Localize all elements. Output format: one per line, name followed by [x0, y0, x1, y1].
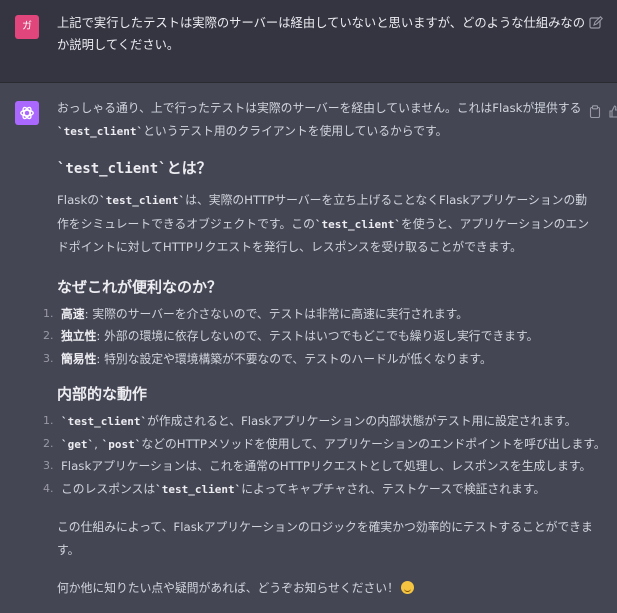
list-item-text: : 特別な設定や環境構築が不要なので、テストのハードルが低くなります。 — [96, 351, 492, 366]
list-number: 1. — [43, 414, 54, 427]
list-item-text: によってキャプチャされ、テストケースで検証されます。 — [241, 481, 546, 496]
list-item: 1. `test_client`が作成されると、Flaskアプリケーションの内部状… — [43, 410, 597, 433]
heading-internal-behavior: 内部的な動作 — [57, 385, 148, 403]
list-number: 3. — [43, 459, 54, 472]
intro-text: おっしゃる通り、上で行ったテストは実際のサーバーを経由していません。これはFla… — [57, 101, 582, 115]
separator-text: , — [94, 436, 102, 451]
inline-code: `test_client` — [57, 124, 144, 138]
benefits-list: 1. 高速: 実際のサーバーを介さないので、テストは非常に高速に実行されます。 2… — [43, 303, 597, 371]
intro-text: というテスト用のクライアントを使用しているからです。 — [143, 123, 448, 138]
closing-paragraph: この仕組みによって、Flaskアプリケーションのロジックを確実かつ効率的にテスト… — [57, 520, 593, 557]
list-item: 2. `get`, `post`などのHTTPメソッドを使用して、アプリケーション… — [43, 433, 606, 456]
list-number: 3. — [43, 351, 54, 365]
user-avatar: ガ — [15, 15, 39, 39]
list-item: 1. 高速: 実際のサーバーを介さないので、テストは非常に高速に実行されます。 — [43, 303, 597, 326]
internal-steps-list: 1. `test_client`が作成されると、Flaskアプリケーションの内部状… — [43, 410, 606, 501]
inline-code: `post` — [101, 437, 142, 451]
inline-code: `test_client` — [314, 217, 401, 231]
list-item: 2. 独立性: 外部の環境に依存しないので、テストはいつでもどこでも繰り返し実行で… — [43, 325, 597, 348]
paragraph-text: Flaskの — [57, 193, 100, 207]
list-item-text: が作成されると、Flaskアプリケーションの内部状態がテスト用に設定されます。 — [147, 414, 577, 428]
list-number: 2. — [43, 329, 54, 342]
list-item-text: などのHTTPメソッドを使用して、アプリケーションのエンドポイントを呼び出します… — [141, 436, 606, 451]
inline-code: `test_client` — [57, 161, 167, 177]
list-item-text: : 実際のサーバーを介さないので、テストは非常に高速に実行されます。 — [84, 306, 469, 321]
list-number: 2. — [43, 436, 54, 450]
inline-code: `test_client` — [61, 415, 148, 428]
user-message-row: ガ 上記で実行したテストは実際のサーバーは経由していないと思いますが、どのような… — [0, 0, 617, 83]
inline-code: `test_client` — [155, 482, 242, 496]
list-item-title: 独立性 — [61, 329, 97, 343]
openai-logo-icon — [20, 106, 34, 120]
edit-icon[interactable] — [589, 16, 603, 30]
list-item-title: 高速 — [61, 306, 85, 321]
intro-paragraph: おっしゃる通り、上で行ったテストは実際のサーバーを経由していません。これはFla… — [57, 97, 597, 142]
user-message-text: 上記で実行したテストは実際のサーバーは経由していないと思いますが、どのような仕組… — [57, 16, 586, 52]
list-item-text: Flaskアプリケーションは、これを通常のHTTPリクエストとして処理し、レスポ… — [61, 459, 592, 473]
list-number: 1. — [43, 306, 54, 320]
closing-text: 何か他に知りたい点や疑問があれば、どうぞお知らせください！ — [57, 581, 399, 595]
inline-code: `test_client` — [99, 194, 186, 207]
closing-question: 何か他に知りたい点や疑問があれば、どうぞお知らせください！ — [57, 577, 597, 600]
list-item-text: : 外部の環境に依存しないので、テストはいつでもどこでも繰り返し実行できます。 — [96, 329, 539, 343]
thumbs-up-icon[interactable] — [609, 105, 617, 118]
heading-test-client: `test_client`とは？ — [57, 156, 597, 181]
inline-code: `get` — [61, 437, 95, 451]
list-number: 4. — [43, 481, 54, 495]
list-item-title: 簡易性 — [61, 351, 97, 366]
list-item-text: このレスポンスは — [61, 481, 156, 496]
list-item: 4. このレスポンスは`test_client`によってキャプチャされ、テストケー… — [43, 478, 597, 501]
heading-text: とは？ — [166, 159, 212, 177]
list-item: 3. 簡易性: 特別な設定や環境構築が不要なので、テストのハードルが低くなります。 — [43, 348, 597, 371]
assistant-message-row: おっしゃる通り、上で行ったテストは実際のサーバーを経由していません。これはFla… — [0, 83, 617, 613]
smile-emoji-icon — [400, 581, 414, 594]
heading-why-useful: なぜこれが便利なのか？ — [57, 277, 223, 296]
test-client-paragraph: Flaskの`test_client`は、実際のHTTPサーバーを立ち上げること… — [57, 189, 597, 259]
assistant-avatar — [15, 101, 39, 125]
assistant-message-content: おっしゃる通り、上で行ったテストは実際のサーバーを経由していません。これはFla… — [43, 97, 606, 600]
list-item: 3. Flaskアプリケーションは、これを通常のHTTPリクエストとして処理し、レ… — [43, 455, 597, 478]
